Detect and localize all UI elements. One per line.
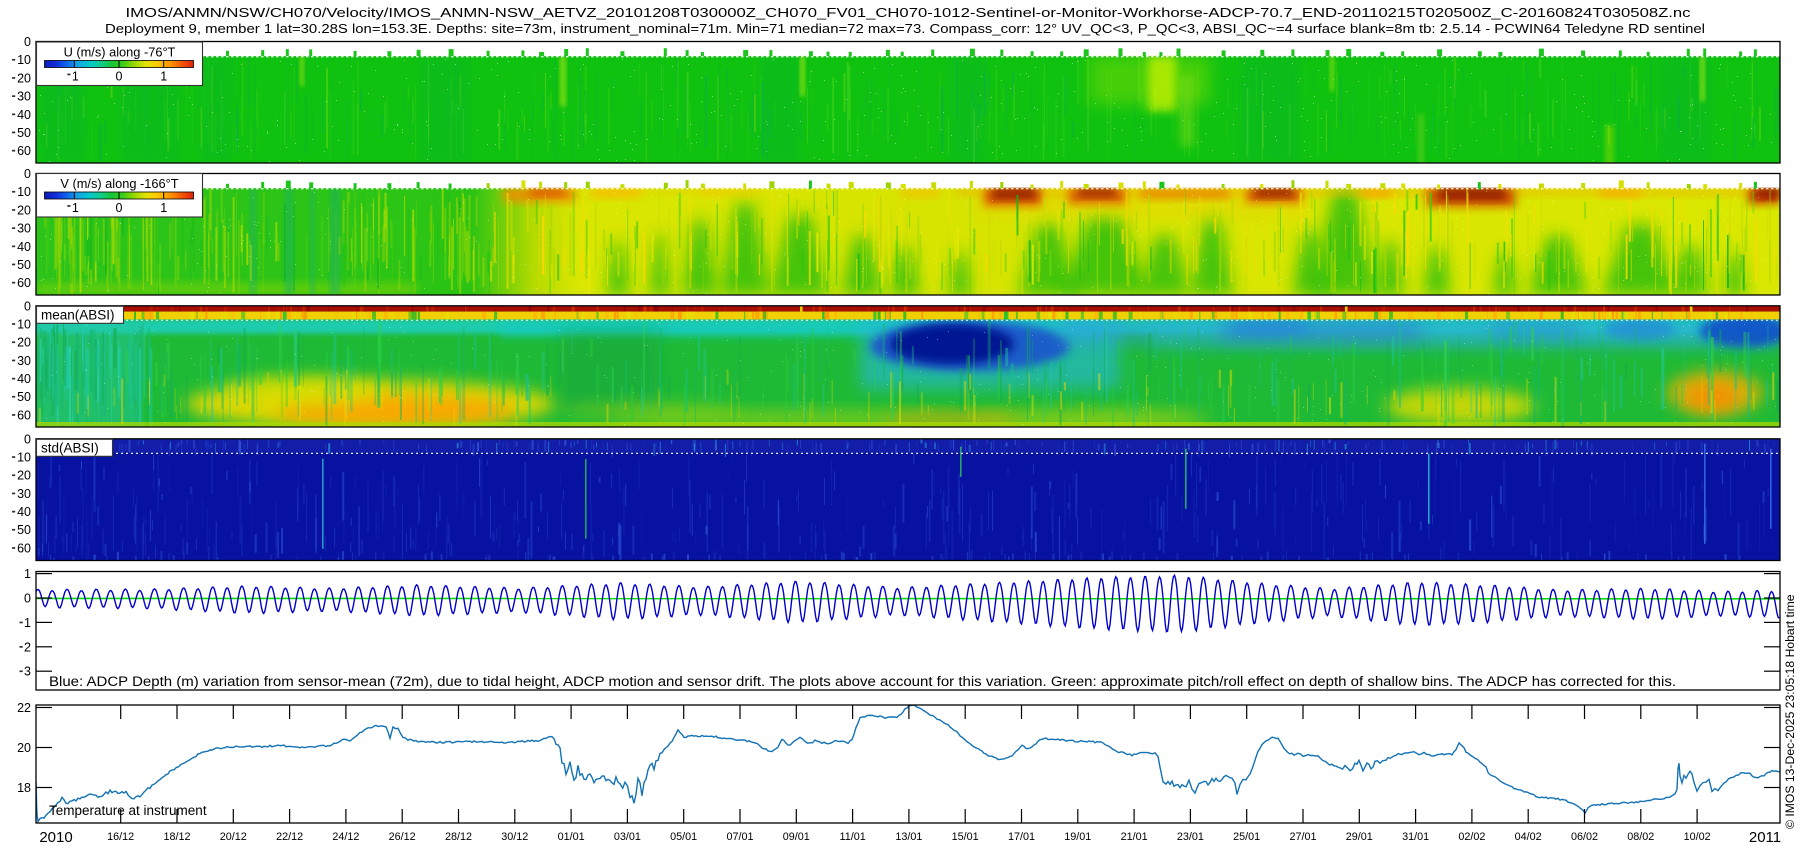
svg-text:3: 3 — [24, 665, 31, 679]
svg-text:20: 20 — [17, 469, 31, 483]
svg-text:22: 22 — [17, 701, 31, 715]
svg-text:30: 30 — [17, 487, 31, 501]
svg-text:20: 20 — [17, 336, 31, 350]
svg-text:18: 18 — [17, 781, 31, 795]
svg-text:40: 40 — [17, 505, 31, 519]
svg-text:11/01: 11/01 — [839, 831, 865, 843]
svg-text:2: 2 — [24, 640, 31, 654]
svg-text:V (m/s) along -166°T: V (m/s) along -166°T — [60, 176, 178, 191]
svg-text:0: 0 — [24, 299, 31, 313]
svg-text:Blue: ADCP Depth (m) variation: Blue: ADCP Depth (m) variation from sens… — [49, 674, 1676, 689]
svg-text:16/12: 16/12 — [107, 831, 134, 843]
svg-text:0: 0 — [24, 592, 31, 606]
svg-text:2010: 2010 — [39, 829, 72, 846]
svg-text:10: 10 — [17, 451, 31, 465]
svg-text:06/02: 06/02 — [1571, 831, 1598, 843]
svg-text:2011: 2011 — [1749, 829, 1781, 846]
svg-text:1: 1 — [72, 201, 79, 215]
svg-text:01/01: 01/01 — [558, 831, 585, 843]
svg-text:19/01: 19/01 — [1064, 831, 1091, 843]
svg-text:std(ABSI): std(ABSI) — [41, 441, 99, 456]
svg-text:60: 60 — [17, 144, 31, 158]
svg-text:1: 1 — [160, 70, 167, 84]
svg-text:0: 0 — [24, 432, 31, 446]
svg-text:13/01: 13/01 — [895, 831, 922, 843]
svg-text:22/12: 22/12 — [276, 831, 303, 843]
svg-text:31/01: 31/01 — [1402, 831, 1429, 843]
svg-text:1: 1 — [24, 567, 31, 581]
svg-text:10: 10 — [17, 318, 31, 332]
svg-text:U (m/s) along -76°T: U (m/s) along -76°T — [64, 45, 176, 60]
svg-text:23/01: 23/01 — [1177, 831, 1204, 843]
svg-text:30: 30 — [17, 222, 31, 236]
svg-text:30: 30 — [17, 354, 31, 368]
svg-text:mean(ABSI): mean(ABSI) — [41, 308, 115, 323]
svg-text:0: 0 — [116, 201, 123, 215]
svg-text:04/02: 04/02 — [1515, 831, 1542, 843]
svg-text:26/12: 26/12 — [389, 831, 416, 843]
svg-text:15/01: 15/01 — [952, 831, 979, 843]
svg-text:10: 10 — [17, 53, 31, 67]
svg-text:1: 1 — [160, 201, 167, 215]
svg-text:50: 50 — [17, 523, 31, 537]
svg-text:09/01: 09/01 — [783, 831, 810, 843]
svg-text:02/02: 02/02 — [1458, 831, 1485, 843]
svg-text:03/01: 03/01 — [614, 831, 641, 843]
svg-text:17/01: 17/01 — [1008, 831, 1035, 843]
svg-text:1: 1 — [24, 616, 31, 630]
svg-text:21/01: 21/01 — [1121, 831, 1148, 843]
svg-text:Temperature at instrument: Temperature at instrument — [49, 803, 207, 818]
svg-text:20: 20 — [17, 71, 31, 85]
svg-text:50: 50 — [17, 258, 31, 272]
svg-text:© IMOS 13-Dec-2025 23:05:18 Ho: © IMOS 13-Dec-2025 23:05:18 Hobart time — [1783, 594, 1797, 829]
svg-text:Deployment 9, member 1 lat=30.: Deployment 9, member 1 lat=30.28S lon=15… — [105, 21, 1705, 36]
svg-text:0: 0 — [24, 167, 31, 181]
svg-text:60: 60 — [17, 276, 31, 290]
svg-text:27/01: 27/01 — [1289, 831, 1316, 843]
svg-text:20: 20 — [17, 741, 31, 755]
svg-text:10/02: 10/02 — [1684, 831, 1711, 843]
svg-text:10: 10 — [17, 185, 31, 199]
svg-text:0: 0 — [116, 70, 123, 84]
svg-text:60: 60 — [17, 408, 31, 422]
svg-text:07/01: 07/01 — [726, 831, 753, 843]
svg-text:28/12: 28/12 — [445, 831, 472, 843]
svg-text:1: 1 — [72, 70, 79, 84]
svg-text:05/01: 05/01 — [670, 831, 697, 843]
svg-text:IMOS/ANMN/NSW/CH070/Velocity/I: IMOS/ANMN/NSW/CH070/Velocity/IMOS_ANMN-N… — [126, 5, 1692, 20]
svg-text:29/01: 29/01 — [1346, 831, 1373, 843]
svg-text:50: 50 — [17, 126, 31, 140]
svg-text:20: 20 — [17, 203, 31, 217]
svg-text:40: 40 — [17, 108, 31, 122]
svg-text:25/01: 25/01 — [1233, 831, 1260, 843]
svg-text:30/12: 30/12 — [501, 831, 528, 843]
svg-text:40: 40 — [17, 240, 31, 254]
svg-text:50: 50 — [17, 390, 31, 404]
svg-text:20/12: 20/12 — [220, 831, 247, 843]
svg-text:40: 40 — [17, 372, 31, 386]
svg-text:08/02: 08/02 — [1627, 831, 1654, 843]
svg-text:60: 60 — [17, 541, 31, 555]
svg-text:30: 30 — [17, 90, 31, 104]
svg-text:18/12: 18/12 — [163, 831, 190, 843]
svg-text:24/12: 24/12 — [332, 831, 359, 843]
svg-text:0: 0 — [24, 35, 31, 49]
